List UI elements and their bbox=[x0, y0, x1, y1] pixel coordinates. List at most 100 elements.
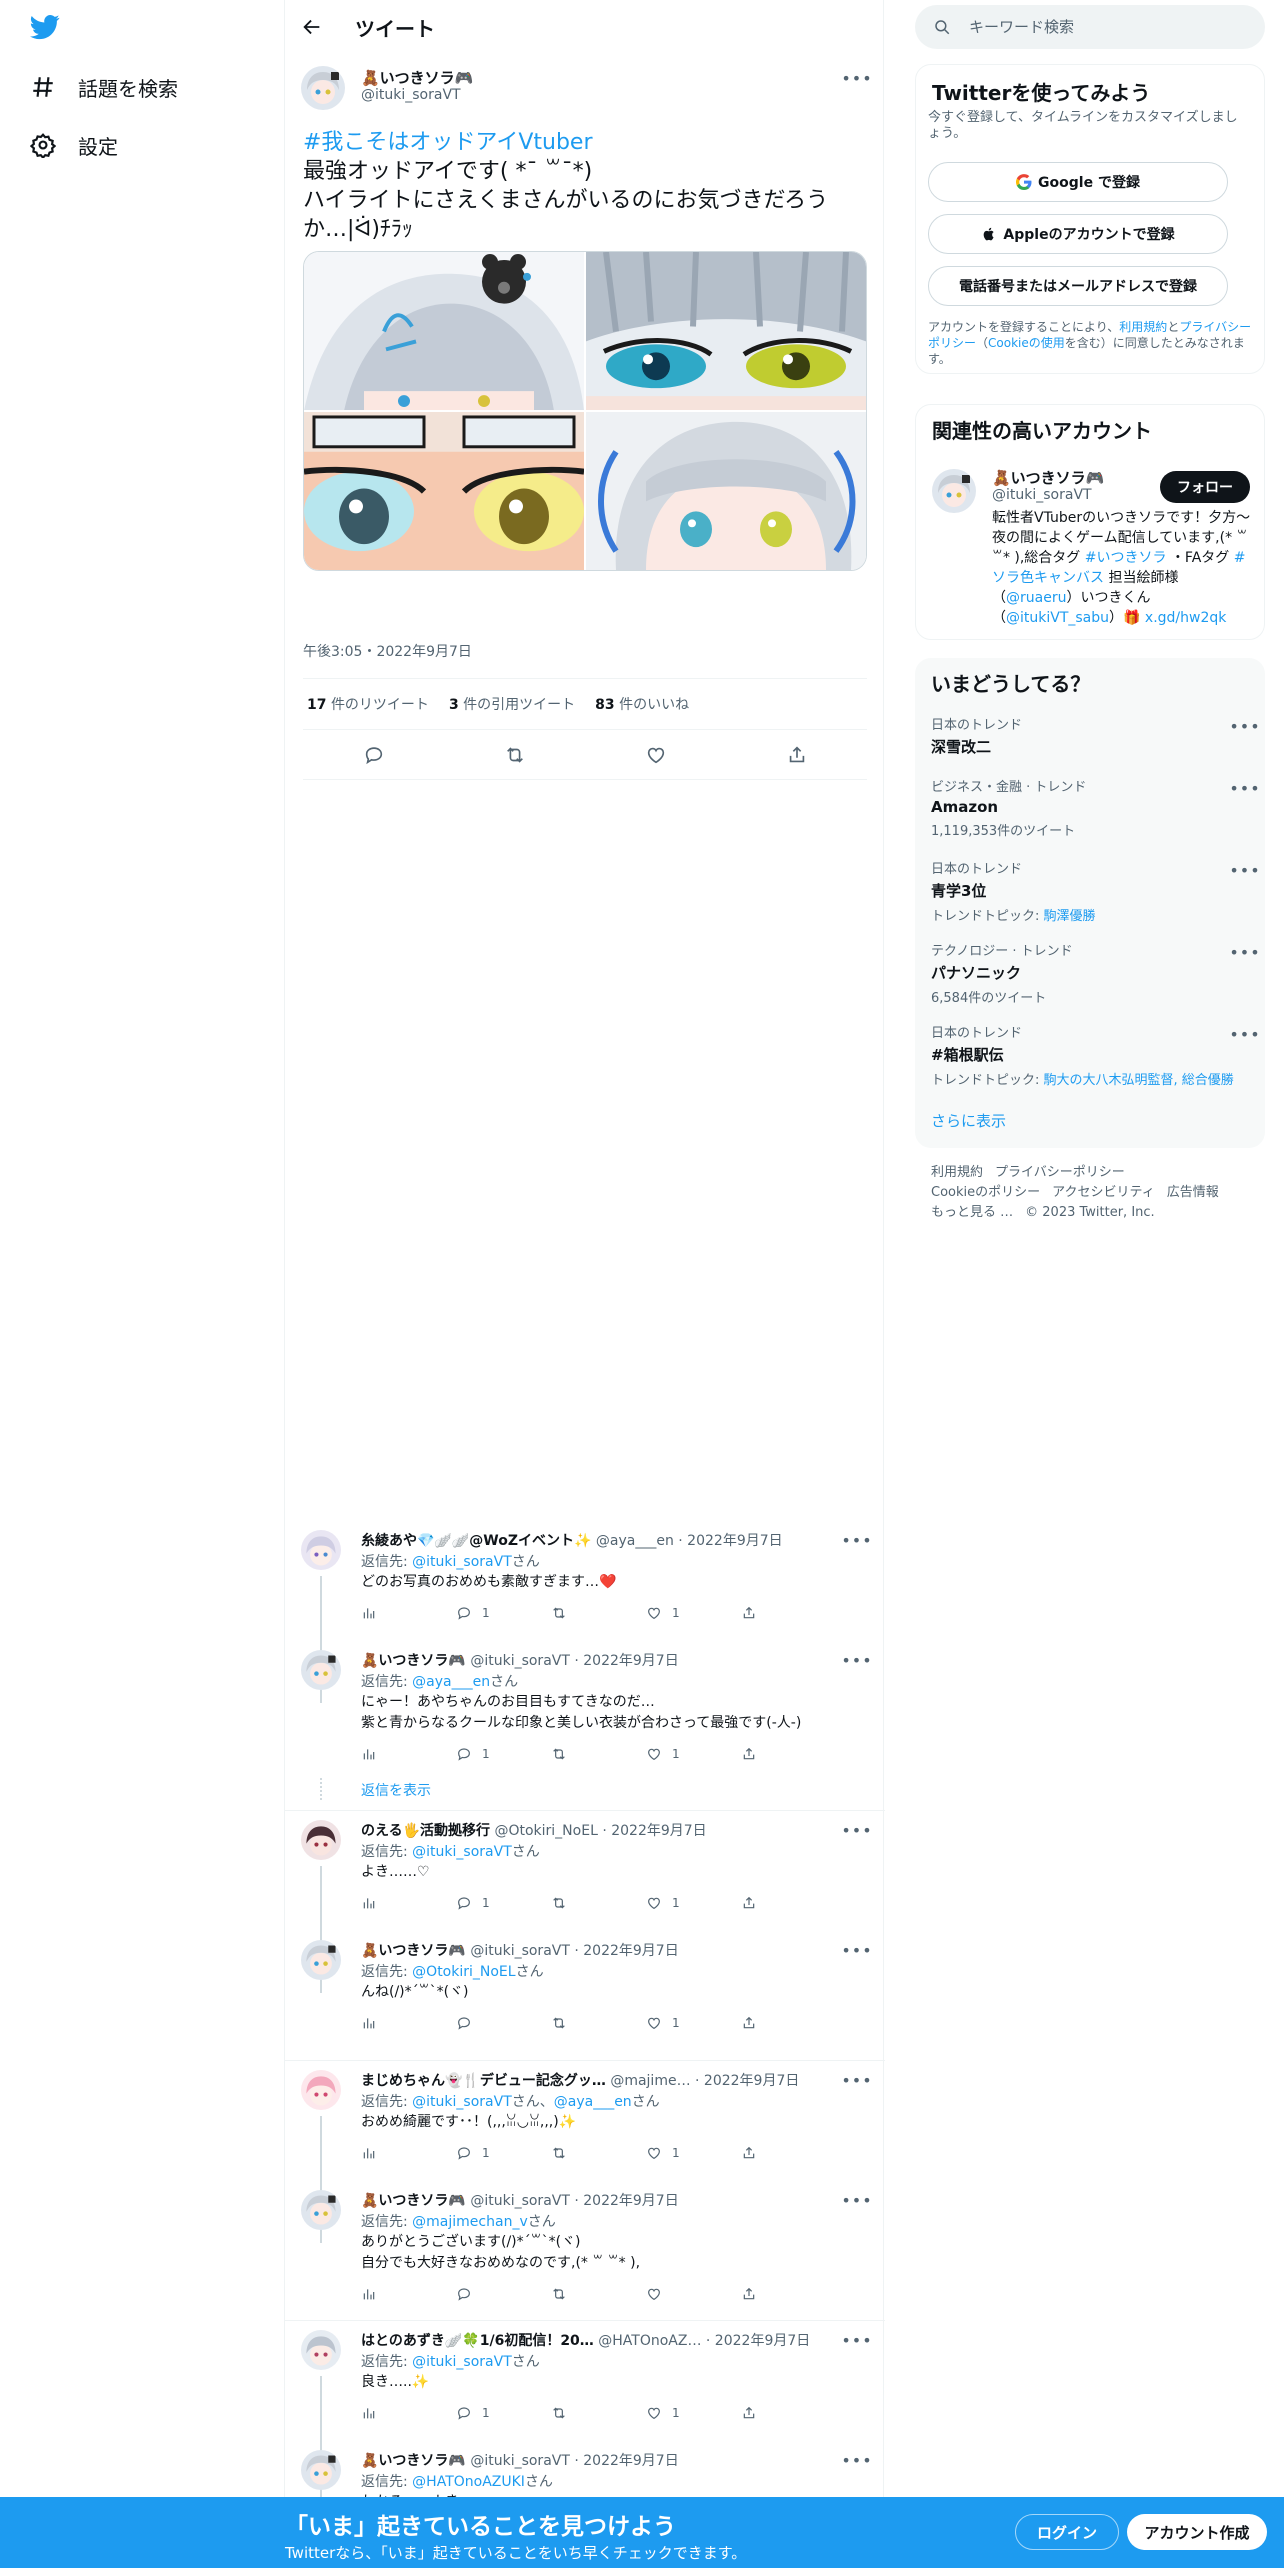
trend-item[interactable]: ビジネス・金融 · トレンド Amazon 1,119,353件のツイート ••• bbox=[931, 776, 1260, 840]
trend-item[interactable]: 日本のトレンド #箱根駅伝 トレンドトピック: 駒大の大八木弘明監督, 総合優勝 ••… bbox=[931, 1022, 1260, 1089]
reply-button[interactable] bbox=[456, 2286, 516, 2302]
reply-button[interactable]: 1 bbox=[456, 2405, 516, 2421]
trend-item[interactable]: 日本のトレンド 深雪改二 ••• bbox=[931, 714, 1260, 757]
more-options-icon[interactable]: ••• bbox=[841, 1648, 871, 1672]
more-options-icon[interactable]: ••• bbox=[841, 1938, 871, 1962]
reply-meta[interactable]: @aya___en · 2022年9月7日 bbox=[596, 1533, 783, 1549]
views-button[interactable] bbox=[361, 2145, 421, 2161]
tweet-photo[interactable] bbox=[586, 412, 866, 570]
more-options-icon[interactable]: ••• bbox=[841, 2328, 871, 2352]
apple-signup-button[interactable]: Appleのアカウントで登録 bbox=[928, 214, 1228, 254]
retweet-button[interactable] bbox=[551, 1895, 611, 1911]
twitter-bird-icon[interactable] bbox=[30, 12, 66, 46]
more-options-icon[interactable]: ••• bbox=[1229, 714, 1259, 738]
footer-accessibility-link[interactable]: アクセシビリティ bbox=[1052, 1185, 1155, 1200]
tweet-author-name[interactable]: 🧸いつきソラ🎮 bbox=[361, 67, 473, 88]
reply-meta[interactable]: @Otokiri_NoEL · 2022年9月7日 bbox=[494, 1823, 706, 1839]
reply-tweet[interactable]: まじめちゃん👻🍴デビュー記念グッ… @majime… · 2022年9月7日 ••… bbox=[285, 2068, 885, 2243]
reply-tweet[interactable]: のえる🖐活動拠移行 @Otokiri_NoEL · 2022年9月7日 ••• 返信… bbox=[285, 1820, 885, 1993]
reply-tweet[interactable]: 🧸いつきソラ🎮 @ituki_soraVT · 2022年9月7日 ••• 返信先:… bbox=[285, 1650, 885, 1770]
share-button[interactable] bbox=[741, 2286, 801, 2302]
show-replies-link[interactable]: 返信を表示 bbox=[361, 1780, 431, 1800]
retweet-count[interactable]: 17 件のリツイート bbox=[307, 694, 429, 714]
trends-show-more[interactable]: さらに表示 bbox=[931, 1110, 1006, 1131]
share-button[interactable] bbox=[741, 1746, 801, 1762]
views-button[interactable] bbox=[361, 2405, 421, 2421]
reply-author-name[interactable]: 🧸いつきソラ🎮 bbox=[361, 2453, 466, 2469]
reply-author-name[interactable]: 🧸いつきソラ🎮 bbox=[361, 1943, 466, 1959]
tweet-timestamp[interactable]: 午後3:05・2022年9月7日 bbox=[303, 641, 472, 661]
retweet-button[interactable] bbox=[551, 2405, 611, 2421]
reply-to-mention[interactable]: @ituki_soraVT bbox=[412, 1554, 512, 1570]
like-button[interactable]: 1 bbox=[646, 2015, 706, 2031]
bio-mention[interactable]: @ruaeru bbox=[1006, 590, 1066, 606]
related-account-handle[interactable]: @ituki_soraVT bbox=[992, 487, 1092, 503]
share-button[interactable] bbox=[741, 1605, 801, 1621]
like-button[interactable]: 1 bbox=[646, 2145, 706, 2161]
more-options-icon[interactable]: ••• bbox=[1229, 776, 1259, 800]
tweet-photo[interactable] bbox=[586, 252, 866, 410]
footer-terms-link[interactable]: 利用規約 bbox=[931, 1165, 983, 1180]
like-button[interactable]: 1 bbox=[646, 2405, 706, 2421]
more-options-icon[interactable]: ••• bbox=[1229, 858, 1259, 882]
reply-button[interactable]: 1 bbox=[456, 2145, 516, 2161]
retweet-button[interactable] bbox=[551, 1605, 611, 1621]
trend-item[interactable]: 日本のトレンド 青学3位 トレンドトピック: 駒澤優勝 ••• bbox=[931, 858, 1260, 925]
reply-meta[interactable]: @ituki_soraVT · 2022年9月7日 bbox=[470, 2193, 678, 2209]
like-button[interactable]: 1 bbox=[646, 1895, 706, 1911]
avatar[interactable] bbox=[301, 2070, 341, 2110]
terms-link[interactable]: 利用規約 bbox=[1119, 320, 1167, 334]
nav-explore[interactable]: 話題を検索 bbox=[30, 67, 178, 107]
views-button[interactable] bbox=[361, 1746, 421, 1762]
reply-icon[interactable] bbox=[363, 744, 385, 766]
search-input[interactable] bbox=[969, 18, 1229, 36]
more-options-icon[interactable]: ••• bbox=[841, 2068, 871, 2092]
more-options-icon[interactable]: ••• bbox=[1229, 940, 1259, 964]
reply-meta[interactable]: @majime… · 2022年9月7日 bbox=[610, 2073, 799, 2089]
reply-button[interactable]: 1 bbox=[456, 1605, 516, 1621]
reply-to-mention[interactable]: @Otokiri_NoEL bbox=[412, 1964, 515, 1980]
views-button[interactable] bbox=[361, 2015, 421, 2031]
back-arrow-icon[interactable] bbox=[301, 16, 323, 38]
share-icon[interactable] bbox=[786, 744, 808, 766]
reply-tweet[interactable]: 🧸いつきソラ🎮 @ituki_soraVT · 2022年9月7日 ••• 返信先:… bbox=[285, 2190, 885, 2310]
like-icon[interactable] bbox=[645, 744, 667, 766]
avatar[interactable] bbox=[301, 66, 345, 110]
trend-topic-link[interactable]: 駒澤優勝 bbox=[1044, 909, 1096, 924]
share-button[interactable] bbox=[741, 2015, 801, 2031]
reply-tweet[interactable]: はとのあずき🪽🍀1/6初配信！20… @HATOnoAZ… · 2022年9月7… bbox=[285, 2328, 885, 2503]
google-signup-button[interactable]: Google で登録 bbox=[928, 162, 1228, 202]
bio-mention[interactable]: @itukiVT_sabu bbox=[1006, 610, 1109, 626]
bio-hashtag[interactable]: #いつきソラ bbox=[1085, 550, 1167, 566]
reply-author-name[interactable]: のえる🖐活動拠移行 bbox=[361, 1823, 490, 1839]
trend-topic-link[interactable]: 駒大の大八木弘明監督, 総合優勝 bbox=[1044, 1073, 1234, 1088]
create-account-button[interactable]: アカウント作成 bbox=[1127, 2514, 1267, 2550]
phone-email-signup-button[interactable]: 電話番号またはメールアドレスで登録 bbox=[928, 266, 1228, 306]
more-options-icon[interactable]: ••• bbox=[841, 2448, 871, 2472]
reply-button[interactable] bbox=[456, 2015, 516, 2031]
avatar[interactable] bbox=[301, 1530, 341, 1570]
reply-author-name[interactable]: 糸綾あや💎🪽🪽@WoZイベント✨ bbox=[361, 1533, 591, 1549]
more-options-icon[interactable]: ••• bbox=[841, 1528, 871, 1552]
footer-ads-link[interactable]: 広告情報 bbox=[1167, 1185, 1219, 1200]
like-button[interactable] bbox=[646, 2286, 706, 2302]
like-count[interactable]: 83 件のいいね bbox=[595, 694, 689, 714]
nav-settings[interactable]: 設定 bbox=[30, 125, 118, 165]
quote-count[interactable]: 3 件の引用ツイート bbox=[449, 694, 575, 714]
reply-meta[interactable]: @ituki_soraVT · 2022年9月7日 bbox=[470, 2453, 678, 2469]
footer-privacy-link[interactable]: プライバシーポリシー bbox=[995, 1165, 1125, 1180]
more-options-icon[interactable]: ••• bbox=[841, 2188, 871, 2212]
retweet-button[interactable] bbox=[551, 2015, 611, 2031]
tweet-author-handle[interactable]: @ituki_soraVT bbox=[361, 87, 461, 103]
retweet-button[interactable] bbox=[551, 1746, 611, 1762]
reply-to-mention[interactable]: @ituki_soraVT bbox=[412, 2094, 512, 2110]
like-button[interactable]: 1 bbox=[646, 1605, 706, 1621]
reply-to-mention[interactable]: @aya___en bbox=[412, 1674, 490, 1690]
footer-cookie-link[interactable]: Cookieのポリシー bbox=[931, 1185, 1040, 1200]
retweet-button[interactable] bbox=[551, 2145, 611, 2161]
reply-author-name[interactable]: 🧸いつきソラ🎮 bbox=[361, 1653, 466, 1669]
avatar[interactable] bbox=[932, 469, 976, 513]
views-button[interactable] bbox=[361, 2286, 421, 2302]
avatar[interactable] bbox=[301, 1650, 341, 1690]
bio-link[interactable]: x.gd/hw2qk bbox=[1145, 610, 1226, 626]
